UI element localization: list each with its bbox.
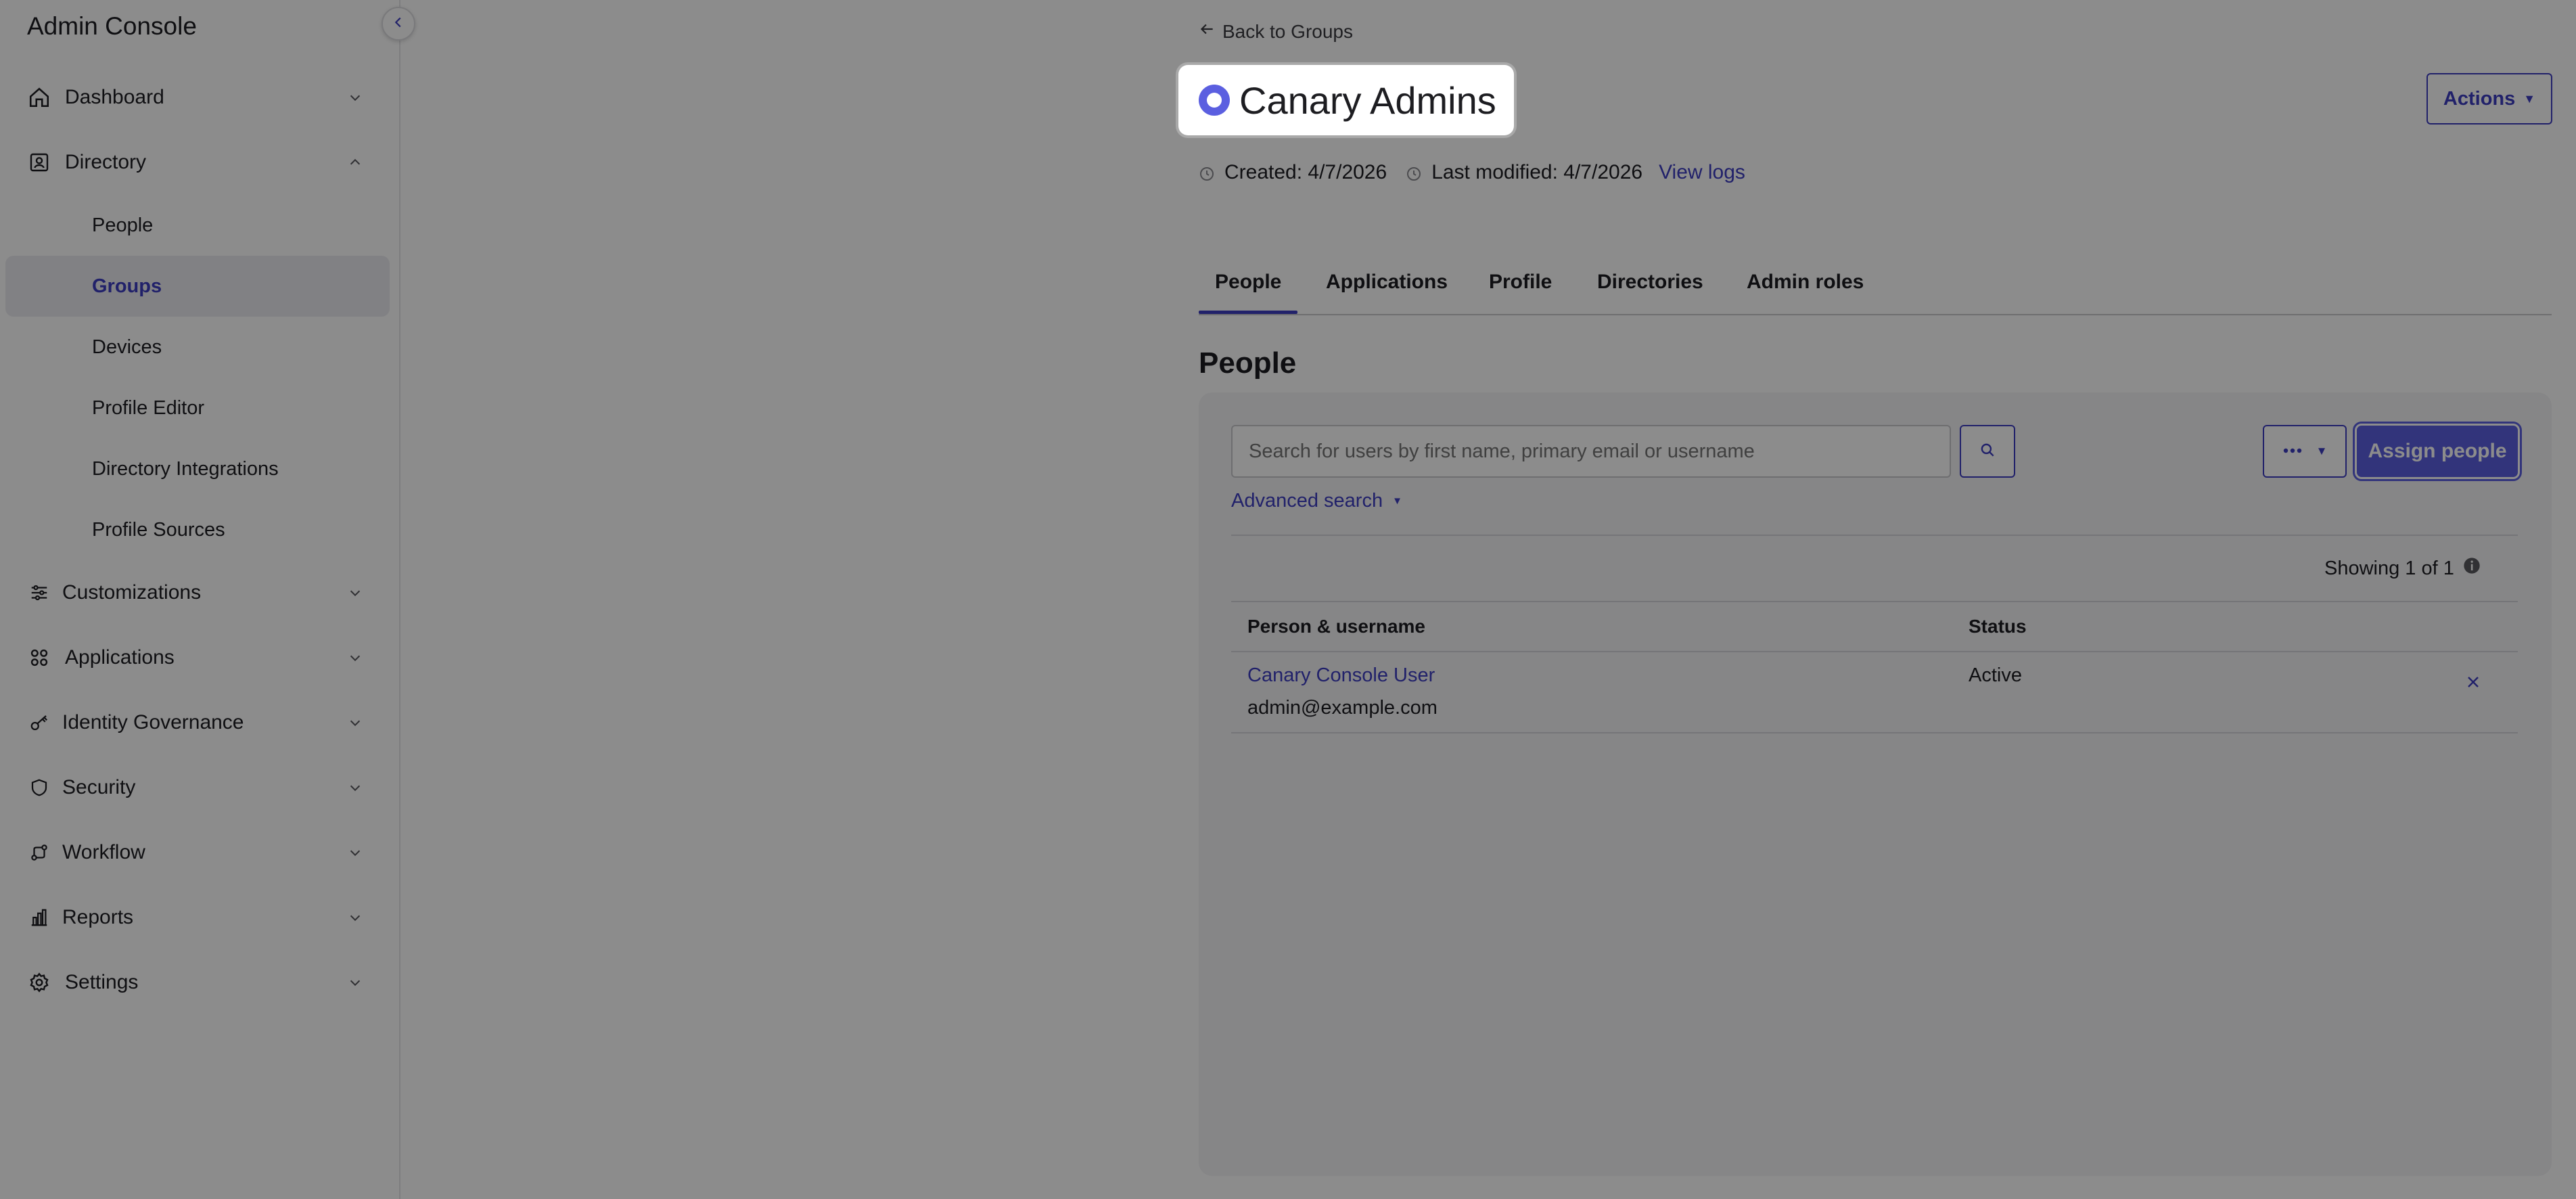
group-header: Canary Admins [1178,65,1514,135]
person-name-link[interactable]: Canary Console User [1247,664,1435,687]
more-dots-icon [2282,445,2303,457]
section-title: People [1199,346,1297,380]
chevron-down-icon [345,907,365,928]
sidebar-subitem-profile-sources[interactable]: Profile Sources [0,499,392,560]
sidebar-item-label: Directory [65,151,147,173]
sidebar-subitem-label: Profile Editor [92,397,205,419]
sidebar-subitem-profile-editor[interactable]: Profile Editor [0,378,392,438]
shield-icon [26,774,53,801]
group-metadata: Created: 4/7/2026 Last modified: 4/7/202… [1199,161,1745,184]
search-input[interactable] [1231,425,1951,478]
chevron-down-icon [345,583,365,603]
arrow-left-icon [1198,20,1216,43]
sidebar-item-label: Workflow [62,841,145,863]
caret-down-icon: ▼ [2316,445,2328,457]
sidebar-item-label: Customizations [62,581,202,604]
sidebar-subitem-groups[interactable]: Groups [5,256,390,317]
chevron-down-icon [345,87,365,108]
tab-profile[interactable]: Profile [1489,271,1552,294]
sidebar-item-workflow[interactable]: Workflow [0,820,392,885]
sidebar-item-identity-governance[interactable]: Identity Governance [0,690,392,755]
sidebar-subitem-label: Devices [92,336,162,358]
table-top-border [1231,601,2518,602]
table-row-border [1231,732,2518,733]
sidebar-item-dashboard[interactable]: Dashboard [0,65,392,130]
actions-label: Actions [2443,87,2516,110]
workflow-icon [26,839,53,866]
sliders-icon [26,579,53,606]
apps-grid-icon [26,644,53,671]
last-modified-date: Last modified: 4/7/2026 [1431,161,1643,183]
tab-admin-roles[interactable]: Admin roles [1747,271,1864,294]
group-icon [1199,85,1230,116]
sidebar-subitem-people[interactable]: People [0,195,392,256]
info-icon [2462,556,2481,581]
chevron-down-icon [345,972,365,993]
sidebar-item-directory[interactable]: Directory [0,130,392,195]
chevron-left-icon [391,15,406,33]
caret-down-icon: ▼ [2523,91,2536,106]
sidebar-item-reports[interactable]: Reports [0,885,392,950]
more-actions-button[interactable]: ▼ [2263,425,2347,478]
sidebar-item-settings[interactable]: Settings [0,950,392,1015]
group-title: Canary Admins [1239,78,1496,122]
clock-icon [1406,164,1422,181]
tab-applications[interactable]: Applications [1326,271,1448,294]
chevron-down-icon [345,842,365,863]
remove-person-icon[interactable] [2464,673,2483,692]
sidebar-item-applications[interactable]: Applications [0,625,392,690]
sidebar-item-customizations[interactable]: Customizations [0,560,392,625]
key-icon [26,709,53,736]
group-title-highlight: Canary Admins [1178,65,1514,135]
column-header-person[interactable]: Person & username [1247,616,1425,637]
result-count: Showing 1 of 1 [2324,556,2481,581]
sidebar-item-label: Applications [65,646,175,669]
directory-icon [26,149,53,176]
back-to-groups-link[interactable]: Back to Groups [1198,20,1353,43]
view-logs-link[interactable]: View logs [1659,161,1745,184]
sidebar-subitem-label: Groups [92,275,162,297]
chevron-down-icon [345,648,365,668]
search-icon [1979,441,1996,462]
divider [1231,535,2518,536]
sidebar-item-security[interactable]: Security [0,755,392,820]
app-title: Admin Console [27,12,197,40]
collapse-sidebar-button[interactable] [382,7,415,41]
person-username: admin@example.com [1247,697,1438,719]
actions-button[interactable]: Actions ▼ [2426,73,2552,125]
chevron-down-icon [345,712,365,733]
tab-directories[interactable]: Directories [1597,271,1703,294]
created-date: Created: 4/7/2026 [1224,161,1387,183]
sidebar-subitem-label: Profile Sources [92,518,225,541]
gear-icon [26,969,53,996]
caret-down-icon: ▼ [1392,495,1402,507]
sidebar: Admin Console Dashboard Directory People… [0,0,400,1199]
sidebar-item-label: Dashboard [65,86,164,108]
sidebar-subitem-directory-integrations[interactable]: Directory Integrations [0,438,392,499]
sidebar-item-label: Identity Governance [62,711,244,733]
group-tabs: People Applications Profile Directories … [1198,268,2552,315]
sidebar-subitem-label: People [92,214,154,236]
advanced-search-link[interactable]: Advanced search ▼ [1231,490,1402,512]
search-button[interactable] [1960,425,2015,478]
clock-icon [1199,164,1215,181]
back-link-label: Back to Groups [1222,20,1353,42]
chevron-up-icon [345,152,365,173]
sidebar-subitem-label: Directory Integrations [92,457,279,480]
result-count-label: Showing 1 of 1 [2324,557,2454,579]
table-header-border [1231,651,2518,652]
sidebar-item-label: Reports [62,906,134,928]
sidebar-item-label: Settings [65,971,139,993]
sidebar-item-label: Security [62,776,136,798]
home-icon [26,84,53,111]
sidebar-subitem-devices[interactable]: Devices [0,317,392,378]
assign-people-button[interactable]: Assign people [2353,422,2522,481]
column-header-status[interactable]: Status [1969,616,2027,637]
status-text: Active [1969,664,2022,686]
bar-chart-icon [26,904,53,931]
advanced-search-label: Advanced search [1231,490,1383,512]
chevron-down-icon [345,777,365,798]
tab-people[interactable]: People [1198,271,1298,314]
